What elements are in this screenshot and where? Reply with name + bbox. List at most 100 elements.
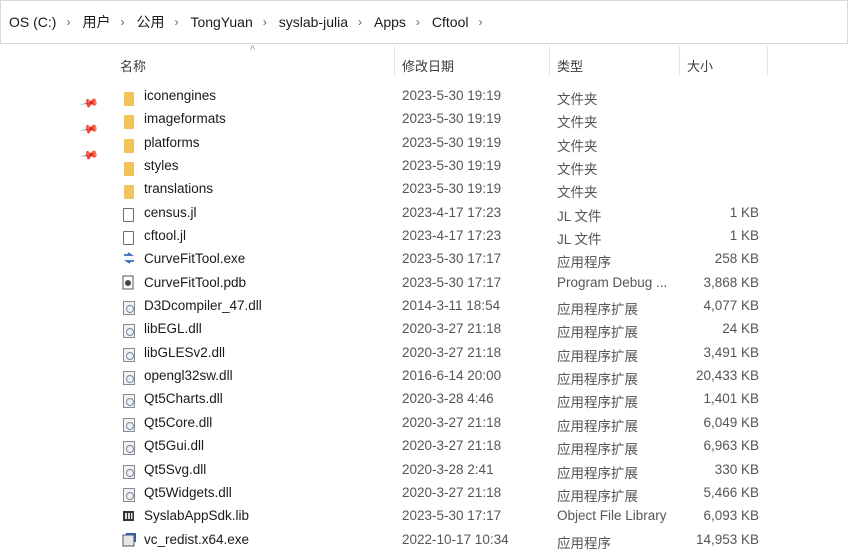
- file-type: 文件夹: [557, 115, 598, 131]
- column-divider[interactable]: [767, 46, 768, 76]
- file-size: 3,868 KB: [703, 274, 759, 290]
- file-row[interactable]: styles 2023-5-30 19:19 文件夹: [0, 155, 850, 178]
- file-row[interactable]: libEGL.dll 2020-3-27 21:18 应用程序扩展 24 KB: [0, 318, 850, 341]
- dll-icon: [121, 462, 137, 479]
- folder-icon: [121, 181, 137, 200]
- file-size: 6,049 KB: [703, 414, 759, 430]
- file-date: 2020-3-27 21:18: [402, 484, 502, 500]
- file-name: platforms: [144, 134, 200, 150]
- file-size: 1 KB: [729, 228, 759, 244]
- pdb-icon: [121, 275, 137, 291]
- file-date: 2023-5-30 19:19: [402, 111, 502, 127]
- file-icon: [121, 205, 137, 222]
- file-row[interactable]: census.jl 2023-4-17 17:23 JL 文件 1 KB: [0, 202, 850, 225]
- file-row[interactable]: CurveFitTool.pdb 2023-5-30 17:17 Program D…: [0, 272, 850, 295]
- file-date: 2023-4-17 17:23: [402, 228, 502, 244]
- file-date: 2023-5-30 17:17: [402, 274, 502, 290]
- column-type[interactable]: 类型: [557, 56, 583, 75]
- file-row[interactable]: iconengines 2023-5-30 19:19 文件夹: [0, 85, 850, 108]
- file-name: cftool.jl: [144, 228, 187, 244]
- file-row[interactable]: SyslabAppSdk.lib 2023-5-30 17:17 Object Fi…: [0, 505, 850, 528]
- file-name: CurveFitTool.exe: [144, 251, 246, 267]
- chevron-right-icon[interactable]: ›: [62, 15, 74, 29]
- file-row[interactable]: D3Dcompiler_47.dll 2014-3-11 18:54 应用程序扩展 4…: [0, 295, 850, 318]
- breadcrumb-item-os-c[interactable]: OS (C:): [1, 14, 62, 30]
- dll-icon: [121, 391, 137, 409]
- file-icon: [121, 228, 137, 246]
- file-type: 应用程序: [557, 535, 611, 551]
- file-date: 2020-3-27 21:18: [402, 344, 502, 360]
- breadcrumb-item-cftool[interactable]: Cftool: [424, 14, 475, 30]
- dll-icon: [121, 415, 137, 432]
- chevron-right-icon[interactable]: ›: [116, 15, 128, 29]
- dll-icon: [121, 485, 137, 502]
- folder-icon: [121, 135, 137, 153]
- file-name: Qt5Core.dll: [144, 414, 213, 430]
- file-row[interactable]: Qt5Gui.dll 2020-3-27 21:18 应用程序扩展 6,963 KB: [0, 435, 850, 458]
- file-row[interactable]: vc_redist.x64.exe 2022-10-17 10:34 应用程序 14,…: [0, 529, 850, 552]
- lib-icon: [121, 508, 137, 524]
- exe-icon: [121, 251, 137, 267]
- file-type: 应用程序扩展: [557, 442, 638, 458]
- column-name[interactable]: 名称: [120, 56, 146, 75]
- file-name: libEGL.dll: [144, 321, 202, 337]
- breadcrumb-item-users[interactable]: 用户: [74, 12, 116, 32]
- file-date: 2023-5-30 19:19: [402, 158, 502, 174]
- chevron-right-icon[interactable]: ›: [259, 15, 271, 29]
- file-row[interactable]: Qt5Svg.dll 2020-3-28 2:41 应用程序扩展 330 KB: [0, 459, 850, 482]
- column-divider[interactable]: [679, 46, 680, 76]
- file-name: translations: [144, 181, 214, 197]
- file-row[interactable]: CurveFitTool.exe 2023-5-30 17:17 应用程序 258 K…: [0, 248, 850, 271]
- file-row[interactable]: imageformats 2023-5-30 19:19 文件夹: [0, 108, 850, 131]
- file-date: 2020-3-28 4:46: [402, 391, 494, 407]
- file-type: JL 文件: [557, 232, 602, 248]
- breadcrumb-item-apps[interactable]: Apps: [366, 14, 412, 30]
- file-size: 14,953 KB: [695, 531, 759, 547]
- file-type: 应用程序扩展: [557, 372, 638, 388]
- file-date: 2023-5-30 17:17: [402, 251, 502, 267]
- folder-icon: [121, 158, 137, 177]
- file-date: 2023-5-30 19:19: [402, 88, 502, 103]
- file-date: 2020-3-27 21:18: [402, 414, 502, 430]
- file-type: 文件夹: [557, 138, 598, 154]
- file-name: Qt5Widgets.dll: [144, 484, 232, 500]
- breadcrumb-item-syslab-julia[interactable]: syslab-julia: [271, 14, 354, 30]
- file-type: 应用程序: [557, 255, 611, 271]
- file-row[interactable]: Qt5Charts.dll 2020-3-28 4:46 应用程序扩展 1,401 K…: [0, 388, 850, 411]
- file-row[interactable]: platforms 2023-5-30 19:19 文件夹: [0, 132, 850, 155]
- chevron-right-icon[interactable]: ›: [412, 15, 424, 29]
- column-divider[interactable]: [549, 46, 550, 76]
- file-size: 24 KB: [722, 321, 759, 337]
- file-type: 应用程序扩展: [557, 488, 638, 504]
- file-name: opengl32sw.dll: [144, 368, 233, 384]
- breadcrumb: OS (C:) › 用户 › 公用 › TongYuan › syslab-ju…: [0, 0, 848, 44]
- column-size[interactable]: 大小: [687, 56, 713, 75]
- column-divider[interactable]: [394, 46, 395, 76]
- dll-icon: [121, 345, 137, 362]
- file-name: D3Dcompiler_47.dll: [144, 298, 262, 314]
- file-type: 文件夹: [557, 92, 598, 107]
- file-date: 2016-6-14 20:00: [402, 368, 502, 384]
- file-row[interactable]: translations 2023-5-30 19:19 文件夹: [0, 178, 850, 201]
- chevron-right-icon[interactable]: ›: [354, 15, 366, 29]
- file-type: Object File Library: [557, 508, 667, 524]
- file-row[interactable]: Qt5Widgets.dll 2020-3-27 21:18 应用程序扩展 5,466…: [0, 482, 850, 505]
- file-date: 2020-3-28 2:41: [402, 461, 494, 477]
- file-row[interactable]: cftool.jl 2023-4-17 17:23 JL 文件 1 KB: [0, 225, 850, 248]
- dll-icon: [121, 438, 137, 456]
- breadcrumb-item-tongyuan[interactable]: TongYuan: [182, 14, 258, 30]
- installer-icon: [121, 532, 137, 548]
- chevron-right-icon[interactable]: ›: [170, 15, 182, 29]
- breadcrumb-item-public[interactable]: 公用: [128, 12, 170, 32]
- file-size: 4,077 KB: [703, 298, 759, 314]
- chevron-right-icon[interactable]: ›: [475, 15, 487, 29]
- file-type: 应用程序扩展: [557, 418, 638, 434]
- file-date: 2014-3-11 18:54: [402, 298, 501, 314]
- file-row[interactable]: libGLESv2.dll 2020-3-27 21:18 应用程序扩展 3,491 …: [0, 342, 850, 365]
- file-row[interactable]: Qt5Core.dll 2020-3-27 21:18 应用程序扩展 6,049 KB: [0, 412, 850, 435]
- file-name: Qt5Gui.dll: [144, 438, 205, 454]
- column-date[interactable]: 修改日期: [402, 56, 454, 75]
- column-header: ^ 名称 修改日期 类型 大小: [0, 44, 850, 80]
- file-type: JL 文件: [557, 208, 602, 224]
- file-row[interactable]: opengl32sw.dll 2016-6-14 20:00 应用程序扩展 20,43…: [0, 365, 850, 388]
